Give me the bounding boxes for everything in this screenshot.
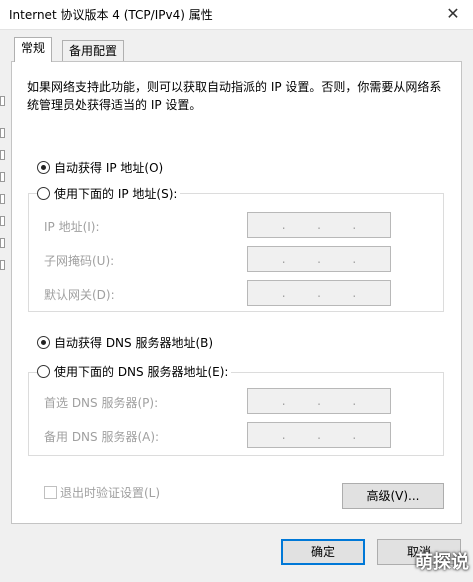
background-window-edge xyxy=(0,260,5,270)
preferred-dns-input[interactable]: ... xyxy=(247,388,391,414)
watermark-text: 萌探说 xyxy=(415,552,469,573)
subnet-mask-label: 子网掩码(U): xyxy=(44,254,115,268)
advanced-button[interactable]: 高级(V)... xyxy=(342,483,444,509)
ip-address-label: IP 地址(I): xyxy=(44,220,100,234)
auto-ip-label: 自动获得 IP 地址(O) xyxy=(54,160,164,175)
default-gateway-input[interactable]: ... xyxy=(247,280,391,306)
background-window-edge xyxy=(0,238,5,248)
auto-dns-option[interactable]: 自动获得 DNS 服务器地址(B) xyxy=(37,333,217,351)
background-window-edge xyxy=(0,150,5,160)
validate-on-exit-option[interactable]: 退出时验证设置(L) xyxy=(44,484,160,501)
background-window-edge xyxy=(0,96,5,106)
manual-dns-option[interactable]: 使用下面的 DNS 服务器地址(E): xyxy=(37,362,232,380)
tab-alternate-config[interactable]: 备用配置 xyxy=(62,40,125,62)
auto-dns-radio[interactable] xyxy=(37,335,50,349)
background-window-edge xyxy=(0,172,5,182)
background-window-edge xyxy=(0,128,5,138)
close-icon[interactable]: ✕ xyxy=(441,3,465,25)
tab-general[interactable]: 常规 xyxy=(14,37,53,62)
manual-ip-radio[interactable] xyxy=(37,186,50,200)
alternate-dns-label: 备用 DNS 服务器(A): xyxy=(44,430,160,444)
preferred-dns-label: 首选 DNS 服务器(P): xyxy=(44,396,159,410)
background-window-edge xyxy=(0,194,5,204)
manual-ip-label: 使用下面的 IP 地址(S): xyxy=(54,186,178,201)
alternate-dns-input[interactable]: ... xyxy=(247,422,391,448)
subnet-mask-input[interactable]: ... xyxy=(247,246,391,272)
ok-button[interactable]: 确定 xyxy=(281,539,365,565)
validate-on-exit-label: 退出时验证设置(L) xyxy=(60,486,161,500)
title-bar: Internet 协议版本 4 (TCP/IPv4) 属性 ✕ xyxy=(0,0,473,30)
default-gateway-label: 默认网关(D): xyxy=(44,288,115,302)
window-title: Internet 协议版本 4 (TCP/IPv4) 属性 xyxy=(9,8,213,22)
background-window-edge xyxy=(0,216,5,226)
validate-on-exit-checkbox[interactable] xyxy=(44,486,57,499)
auto-ip-option[interactable]: 自动获得 IP 地址(O) xyxy=(37,158,167,176)
manual-dns-label: 使用下面的 DNS 服务器地址(E): xyxy=(54,364,229,379)
manual-dns-radio[interactable] xyxy=(37,364,50,378)
ip-address-input[interactable]: ... xyxy=(247,212,391,238)
description-text: 如果网络支持此功能，则可以获取自动指派的 IP 设置。否则，你需要从网络系统管理… xyxy=(27,80,442,112)
auto-ip-radio[interactable] xyxy=(37,160,50,174)
manual-ip-option[interactable]: 使用下面的 IP 地址(S): xyxy=(37,184,181,202)
auto-dns-label: 自动获得 DNS 服务器地址(B) xyxy=(54,335,214,350)
